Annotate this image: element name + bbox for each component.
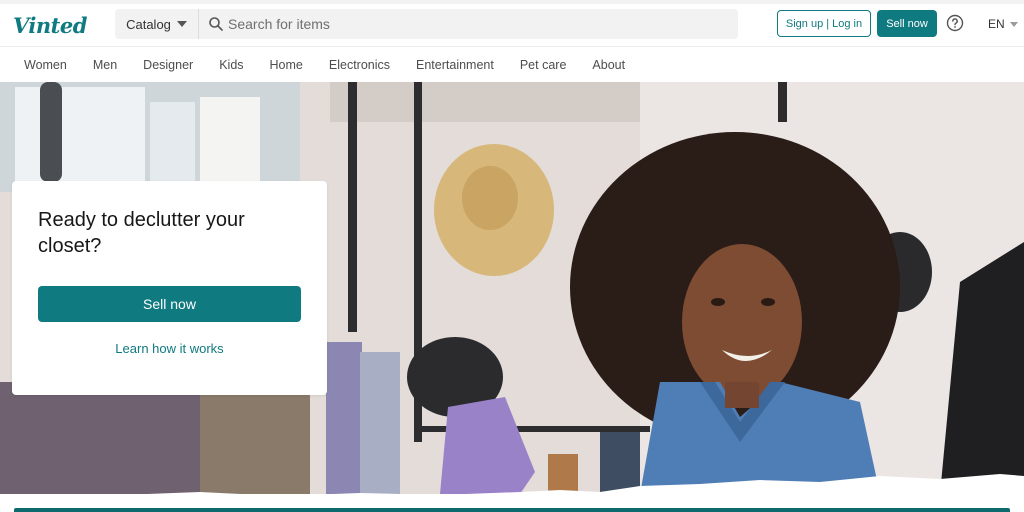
hero-sell-now-button[interactable]: Sell now <box>38 286 301 322</box>
torn-edge-divider <box>0 474 1024 510</box>
section-strip <box>14 508 1010 512</box>
chevron-down-icon <box>1009 21 1018 27</box>
learn-how-it-works-link[interactable]: Learn how it works <box>38 341 301 356</box>
nav-item-kids[interactable]: Kids <box>219 58 243 72</box>
help-icon[interactable] <box>946 14 964 32</box>
category-nav: Women Men Designer Kids Home Electronics… <box>0 46 1024 82</box>
chevron-down-icon <box>176 21 187 27</box>
language-selector[interactable]: EN <box>988 17 1018 31</box>
hero-title: Ready to declutter your closet? <box>38 209 245 257</box>
header-sell-now-button[interactable]: Sell now <box>877 10 937 37</box>
nav-item-entertainment[interactable]: Entertainment <box>416 58 494 72</box>
nav-item-home[interactable]: Home <box>270 58 303 72</box>
hero-banner: Ready to declutter your closet? Sell now… <box>0 82 1024 494</box>
language-label: EN <box>988 17 1005 31</box>
search-input[interactable] <box>228 16 708 32</box>
nav-item-designer[interactable]: Designer <box>143 58 193 72</box>
nav-item-pet-care[interactable]: Pet care <box>520 58 567 72</box>
nav-item-about[interactable]: About <box>592 58 625 72</box>
top-header: Vinted Catalog Sign up | Log in Sell now… <box>0 0 1024 46</box>
promo-card: Ready to declutter your closet? Sell now… <box>12 181 327 395</box>
search-bar: Catalog <box>115 9 738 39</box>
nav-item-men[interactable]: Men <box>93 58 117 72</box>
search-icon <box>208 16 224 32</box>
nav-item-electronics[interactable]: Electronics <box>329 58 390 72</box>
signup-login-button[interactable]: Sign up | Log in <box>777 10 871 37</box>
vinted-logo[interactable]: Vinted <box>13 13 87 38</box>
catalog-dropdown[interactable]: Catalog <box>115 9 199 39</box>
catalog-label: Catalog <box>126 16 171 32</box>
nav-item-women[interactable]: Women <box>24 58 67 72</box>
